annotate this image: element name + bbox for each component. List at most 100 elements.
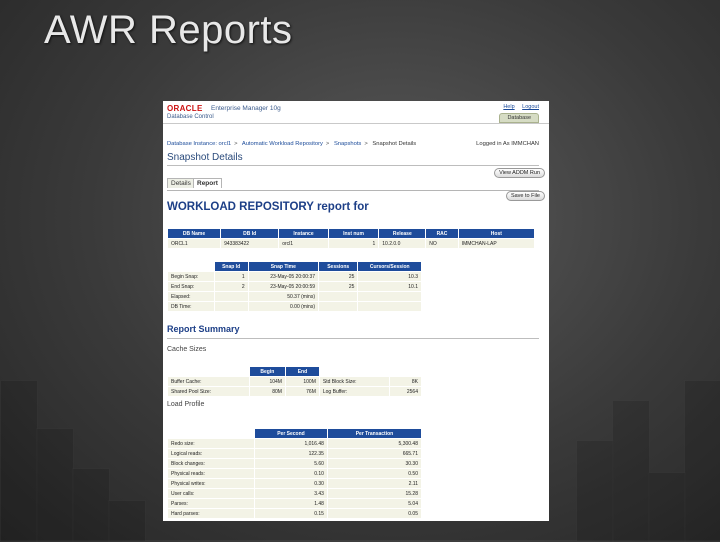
- divider: [167, 338, 539, 339]
- cache-sizes-table: Begin End Buffer Cache: 104M 100M Std Bl…: [167, 366, 422, 397]
- table-row: DB Time: 0.00 (mins): [167, 301, 422, 312]
- table-cell: 0.15: [254, 508, 328, 519]
- table-cell: Redo size:: [167, 438, 255, 449]
- report-summary-heading: Report Summary: [167, 324, 240, 334]
- table-cell: 5.04: [326, 498, 423, 509]
- table-header: [167, 261, 215, 272]
- table-cell: Begin Snap:: [167, 271, 215, 282]
- cache-sizes-label: Cache Sizes: [167, 346, 207, 353]
- load-profile-label: Load Profile: [167, 401, 205, 408]
- logout-link[interactable]: Logout: [522, 104, 539, 110]
- table-cell: Shared Pool Size:: [167, 386, 250, 397]
- table-cell: 80M: [248, 386, 286, 397]
- table-cell: 1: [327, 238, 380, 249]
- table-cell: 0.50: [326, 468, 423, 479]
- table-cell: 10.2.0.0: [378, 238, 427, 249]
- table-header: Inst num: [327, 228, 380, 239]
- header-links: Help Logout: [497, 104, 539, 110]
- table-header: Instance: [278, 228, 329, 239]
- oracle-logo: ORACLE: [167, 104, 203, 113]
- table-cell: 1.48: [254, 498, 328, 509]
- table-cell: 10.3: [357, 271, 422, 282]
- save-to-file-button[interactable]: Save to File: [505, 191, 545, 201]
- table-header: Host: [457, 228, 536, 239]
- table-row: Physical writes: 0.30 2.11: [167, 478, 423, 489]
- table-cell: [357, 291, 422, 302]
- table-row: Block changes: 5.60 30.30: [167, 458, 423, 469]
- table-cell: 0.00 (mins): [247, 301, 320, 312]
- db-info-table: DB Name DB Id Instance Inst num Release …: [166, 228, 536, 249]
- view-addm-button[interactable]: View ADDM Run: [494, 168, 545, 178]
- table-row: Parses: 1.48 5.04: [167, 498, 423, 509]
- table-cell: 104M: [248, 376, 286, 387]
- table-cell: [213, 291, 249, 302]
- table-cell: 2: [213, 281, 249, 292]
- snapshot-table: Snap Id Snap Time Sessions Cursors/Sessi…: [167, 261, 422, 312]
- table-cell: 23-May-05 20:00:59: [247, 281, 320, 292]
- tab-report[interactable]: Report: [193, 178, 222, 188]
- tab-underline: [167, 190, 539, 191]
- table-header: DB Name: [166, 228, 222, 239]
- divider: [167, 165, 539, 166]
- table-row: Shared Pool Size: 80M 76M Log Buffer: 25…: [167, 386, 422, 397]
- table-cell: Parses:: [167, 498, 255, 509]
- table-cell: 76M: [284, 386, 320, 397]
- database-tab[interactable]: Database: [499, 113, 539, 123]
- product-name: Enterprise Manager 10g: [211, 105, 281, 112]
- table-cell: 2.11: [326, 478, 423, 489]
- table-cell: 3.43: [254, 488, 328, 499]
- table-header: Release: [378, 228, 427, 239]
- table-cell: [318, 301, 359, 312]
- breadcrumb: Database Instance: orcl1 > Automatic Work…: [167, 141, 417, 147]
- table-cell: 25: [318, 271, 359, 282]
- table-cell: orcl1: [278, 238, 329, 249]
- table-row: Begin Snap: 1 23-May-05 20:00:37 25 10.3: [167, 271, 422, 282]
- table-cell: 50.37 (mins): [247, 291, 320, 302]
- table-row: Hard parses: 0.15 0.05: [167, 508, 423, 519]
- table-cell: 100M: [284, 376, 320, 387]
- tab-bar: Details Report: [167, 178, 549, 190]
- table-header: Snap Id: [213, 261, 249, 272]
- product-subtitle: Database Control: [167, 114, 214, 120]
- breadcrumb-link-awr[interactable]: Automatic Workload Repository: [242, 141, 323, 147]
- table-cell: Physical reads:: [167, 468, 255, 479]
- breadcrumb-link-snapshots[interactable]: Snapshots: [334, 141, 361, 147]
- table-cell: Log Buffer:: [318, 386, 391, 397]
- table-cell: Block changes:: [167, 458, 255, 469]
- help-link[interactable]: Help: [503, 104, 514, 110]
- load-profile-table: Per Second Per Transaction Redo size: 1,0…: [167, 428, 423, 519]
- table-cell: [318, 291, 359, 302]
- table-row: Buffer Cache: 104M 100M Std Block Size: …: [167, 376, 422, 387]
- em-header: ORACLE Enterprise Manager 10g Database C…: [163, 101, 549, 124]
- table-cell: 0.05: [326, 508, 423, 519]
- breadcrumb-link-instance[interactable]: Database Instance: orcl1: [167, 141, 231, 147]
- table-cell: 0.10: [254, 468, 328, 479]
- table-cell: [357, 301, 422, 312]
- table-cell: Physical writes:: [167, 478, 255, 489]
- table-row: ORCL1 943383422 orcl1 1 10.2.0.0 NO IMMC…: [166, 238, 536, 249]
- table-cell: Elapsed:: [167, 291, 215, 302]
- table-cell: 5.60: [254, 458, 328, 469]
- table-header: RAC: [425, 228, 459, 239]
- table-cell: [213, 301, 249, 312]
- table-header: Cursors/Session: [357, 261, 422, 272]
- table-cell: User calls:: [167, 488, 255, 499]
- table-header: Sessions: [318, 261, 359, 272]
- table-header: Per Second: [254, 428, 328, 439]
- report-heading: WORKLOAD REPOSITORY report for: [167, 201, 369, 213]
- table-cell: 5,300.48: [326, 438, 423, 449]
- table-header: [389, 366, 422, 377]
- table-cell: Std Block Size:: [318, 376, 391, 387]
- table-row: Logical reads: 122.35 665.71: [167, 448, 423, 459]
- slide-title: AWR Reports: [44, 8, 293, 52]
- table-cell: Logical reads:: [167, 448, 255, 459]
- table-row: End Snap: 2 23-May-05 20:00:59 25 10.1: [167, 281, 422, 292]
- table-header: [318, 366, 391, 377]
- table-cell: 30.30: [326, 458, 423, 469]
- table-cell: 665.71: [326, 448, 423, 459]
- table-header: End: [284, 366, 320, 377]
- breadcrumb-current: Snapshot Details: [372, 141, 417, 147]
- table-cell: 1: [213, 271, 249, 282]
- table-header: Per Transaction: [326, 428, 423, 439]
- tab-details[interactable]: Details: [167, 178, 195, 188]
